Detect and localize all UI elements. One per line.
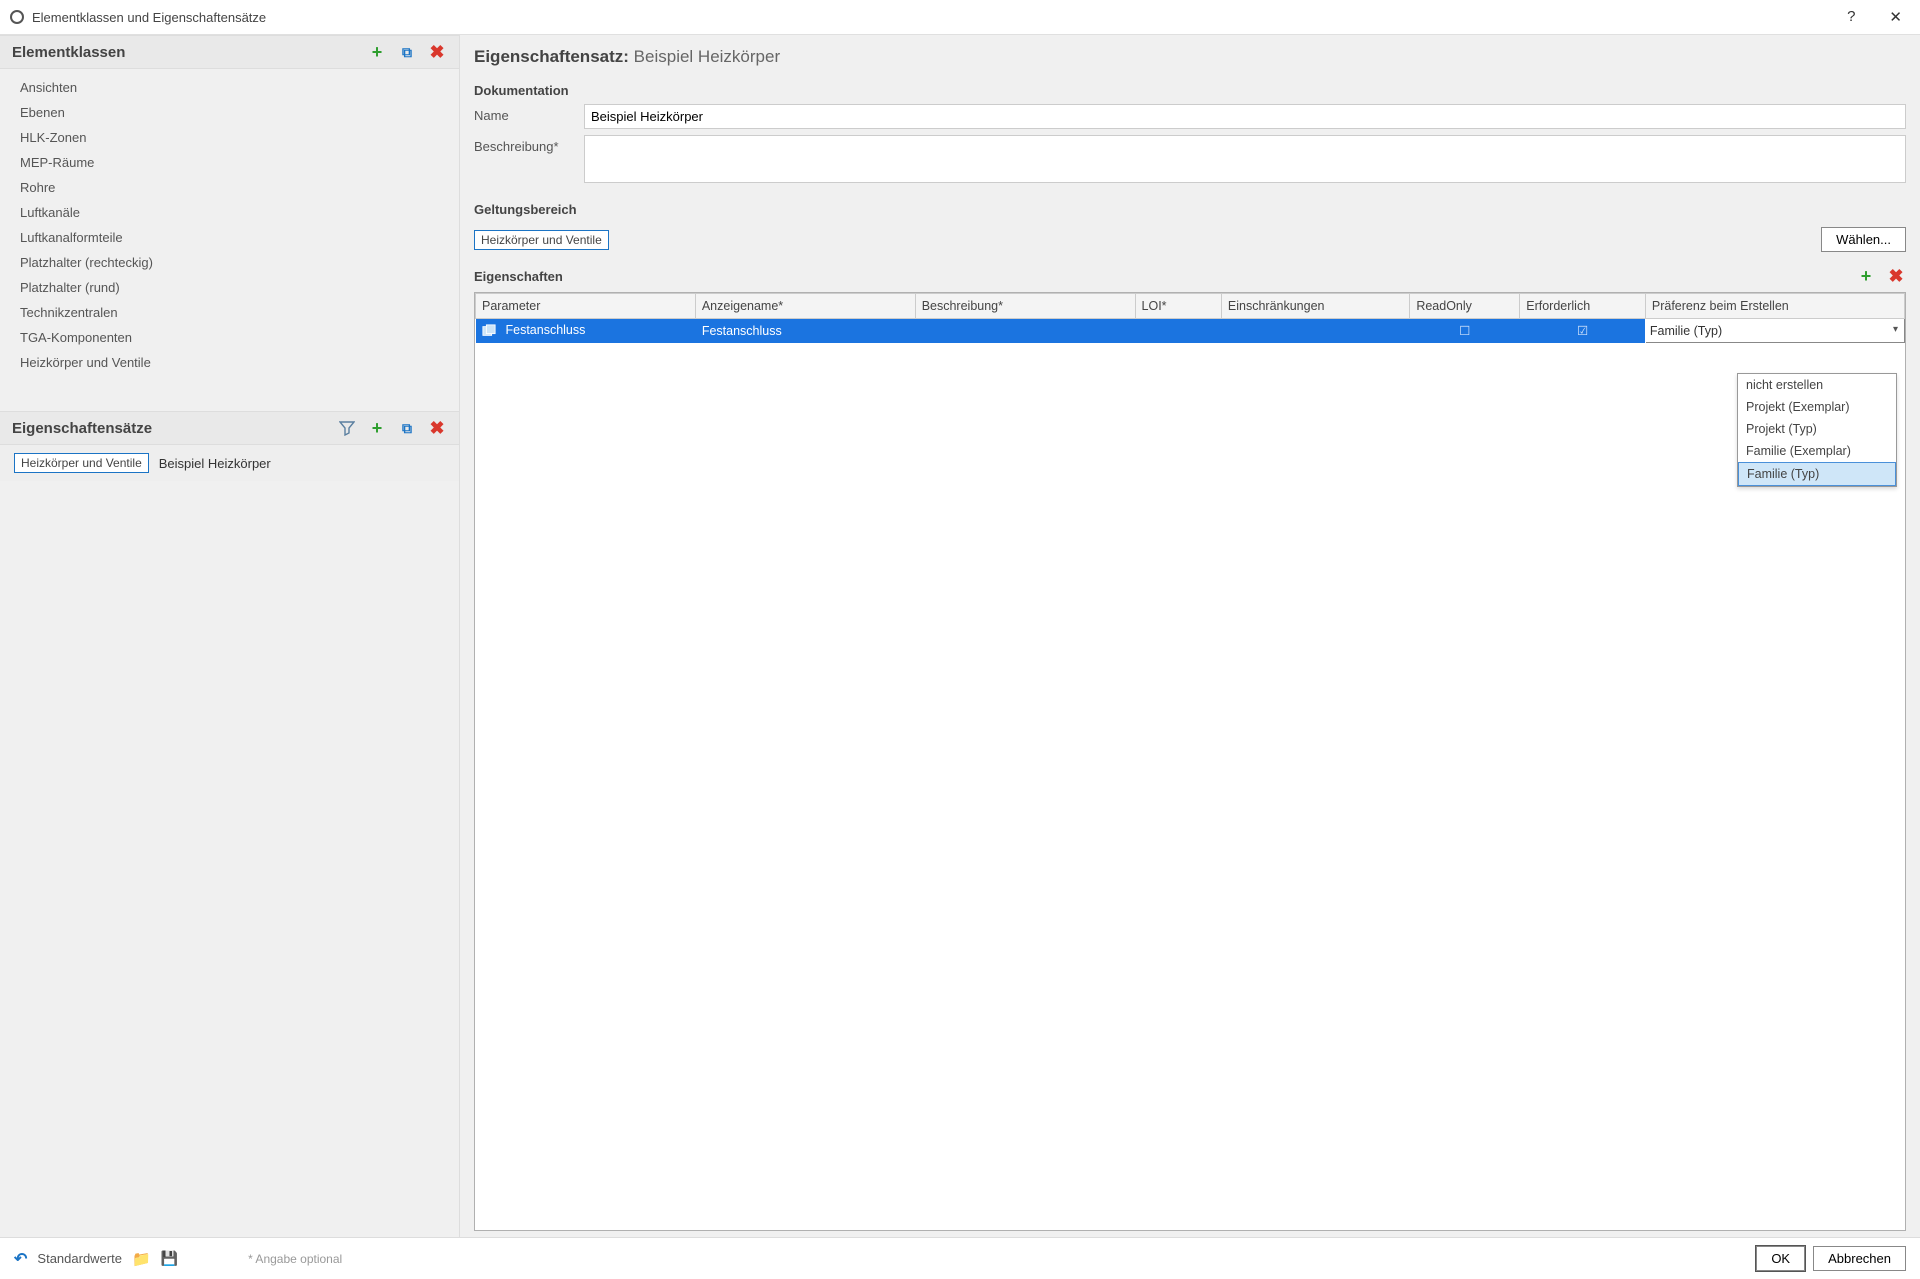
col-loi[interactable]: LOI*: [1135, 294, 1221, 319]
right-pane: Eigenschaftensatz: Beispiel Heizkörper D…: [460, 35, 1920, 1237]
preference-dropdown[interactable]: nicht erstellenProjekt (Exemplar)Projekt…: [1737, 373, 1897, 487]
element-class-item[interactable]: Ebenen: [0, 100, 459, 125]
description-label: Beschreibung*: [474, 135, 584, 154]
app-icon: [10, 10, 24, 24]
property-sets-title: Eigenschaftensätze: [12, 420, 152, 437]
preference-option[interactable]: Familie (Typ): [1738, 462, 1896, 486]
preference-option[interactable]: Projekt (Typ): [1738, 418, 1896, 440]
element-class-item[interactable]: Luftkanalformteile: [0, 225, 459, 250]
col-required[interactable]: Erforderlich: [1520, 294, 1646, 319]
element-class-item[interactable]: Rohre: [0, 175, 459, 200]
close-button[interactable]: ✕: [1881, 4, 1910, 30]
element-class-item[interactable]: Technikzentralen: [0, 300, 459, 325]
cell-parameter[interactable]: Festanschluss: [476, 319, 696, 343]
add-set-button[interactable]: +: [367, 418, 387, 438]
name-input[interactable]: [584, 104, 1906, 129]
col-preference[interactable]: Präferenz beim Erstellen: [1645, 294, 1904, 319]
property-set-scope-tag: Heizkörper und Ventile: [14, 453, 149, 473]
element-class-item[interactable]: Platzhalter (rechteckig): [0, 250, 459, 275]
window-title: Elementklassen und Eigenschaftensätze: [32, 10, 266, 25]
add-class-button[interactable]: +: [367, 42, 387, 62]
element-classes-header: Elementklassen + ⧉ ✖: [0, 35, 459, 69]
col-parameter[interactable]: Parameter: [476, 294, 696, 319]
element-class-item[interactable]: Ansichten: [0, 75, 459, 100]
col-restrictions[interactable]: Einschränkungen: [1221, 294, 1409, 319]
element-classes-list: AnsichtenEbenenHLK-ZonenMEP-RäumeRohreLu…: [0, 69, 459, 381]
element-class-item[interactable]: Platzhalter (rund): [0, 275, 459, 300]
cell-description[interactable]: [915, 319, 1135, 343]
footer: ↶ Standardwerte 📁 💾 * Angabe optional OK…: [0, 1237, 1920, 1279]
defaults-link[interactable]: Standardwerte: [37, 1251, 122, 1266]
element-class-item[interactable]: Luftkanäle: [0, 200, 459, 225]
element-class-item[interactable]: Heizkörper und Ventile: [0, 350, 459, 375]
name-label: Name: [474, 104, 584, 123]
undo-icon[interactable]: ↶: [14, 1249, 27, 1269]
left-pane: Elementklassen + ⧉ ✖ AnsichtenEbenenHLK-…: [0, 35, 460, 1237]
element-class-item[interactable]: MEP-Räume: [0, 150, 459, 175]
cell-displayname[interactable]: Festanschluss: [695, 319, 915, 343]
filter-sets-button[interactable]: [337, 418, 357, 438]
open-folder-icon[interactable]: 📁: [132, 1250, 151, 1268]
cell-restrictions[interactable]: [1221, 319, 1409, 343]
cell-readonly[interactable]: ☐: [1410, 319, 1520, 343]
preference-option[interactable]: Projekt (Exemplar): [1738, 396, 1896, 418]
documentation-label: Dokumentation: [474, 83, 1906, 98]
copy-set-button[interactable]: ⧉: [397, 418, 417, 438]
col-description[interactable]: Beschreibung*: [915, 294, 1135, 319]
dialog-window: Elementklassen und Eigenschaftensätze ? …: [0, 0, 1920, 1279]
heading-value: Beispiel Heizkörper: [634, 47, 780, 66]
delete-property-button[interactable]: ✖: [1886, 266, 1906, 286]
preference-option[interactable]: nicht erstellen: [1738, 374, 1896, 396]
add-property-button[interactable]: +: [1856, 266, 1876, 286]
heading-prefix: Eigenschaftensatz:: [474, 47, 629, 66]
copy-class-button[interactable]: ⧉: [397, 42, 417, 62]
cell-required[interactable]: ☑: [1520, 319, 1646, 343]
property-set-name: Beispiel Heizkörper: [159, 456, 271, 471]
detail-heading: Eigenschaftensatz: Beispiel Heizkörper: [474, 47, 1906, 67]
scope-tag: Heizkörper und Ventile: [474, 230, 609, 250]
property-row[interactable]: Festanschluss Festanschluss ☐ ☑ Familie …: [476, 319, 1905, 343]
col-readonly[interactable]: ReadOnly: [1410, 294, 1520, 319]
properties-grid: Parameter Anzeigename* Beschreibung* LOI…: [474, 292, 1906, 1231]
choose-scope-button[interactable]: Wählen...: [1821, 227, 1906, 252]
shared-param-icon: [482, 324, 496, 338]
description-input[interactable]: [584, 135, 1906, 183]
property-set-item[interactable]: Heizkörper und Ventile Beispiel Heizkörp…: [0, 445, 459, 481]
ok-button[interactable]: OK: [1756, 1246, 1805, 1271]
element-class-item[interactable]: HLK-Zonen: [0, 125, 459, 150]
scope-label: Geltungsbereich: [474, 202, 1906, 217]
optional-hint: * Angabe optional: [248, 1252, 342, 1266]
element-classes-title: Elementklassen: [12, 44, 125, 61]
delete-class-button[interactable]: ✖: [427, 42, 447, 62]
titlebar: Elementklassen und Eigenschaftensätze ? …: [0, 0, 1920, 35]
delete-set-button[interactable]: ✖: [427, 418, 447, 438]
cell-preference[interactable]: Familie (Typ): [1645, 319, 1904, 343]
element-class-item[interactable]: TGA-Komponenten: [0, 325, 459, 350]
col-displayname[interactable]: Anzeigename*: [695, 294, 915, 319]
preference-option[interactable]: Familie (Exemplar): [1738, 440, 1896, 462]
help-button[interactable]: ?: [1839, 4, 1863, 30]
property-sets-header: Eigenschaftensätze + ⧉ ✖: [0, 411, 459, 445]
cancel-button[interactable]: Abbrechen: [1813, 1246, 1906, 1271]
save-icon[interactable]: 💾: [161, 1250, 178, 1267]
properties-label: Eigenschaften: [474, 269, 563, 284]
cell-loi[interactable]: [1135, 319, 1221, 343]
